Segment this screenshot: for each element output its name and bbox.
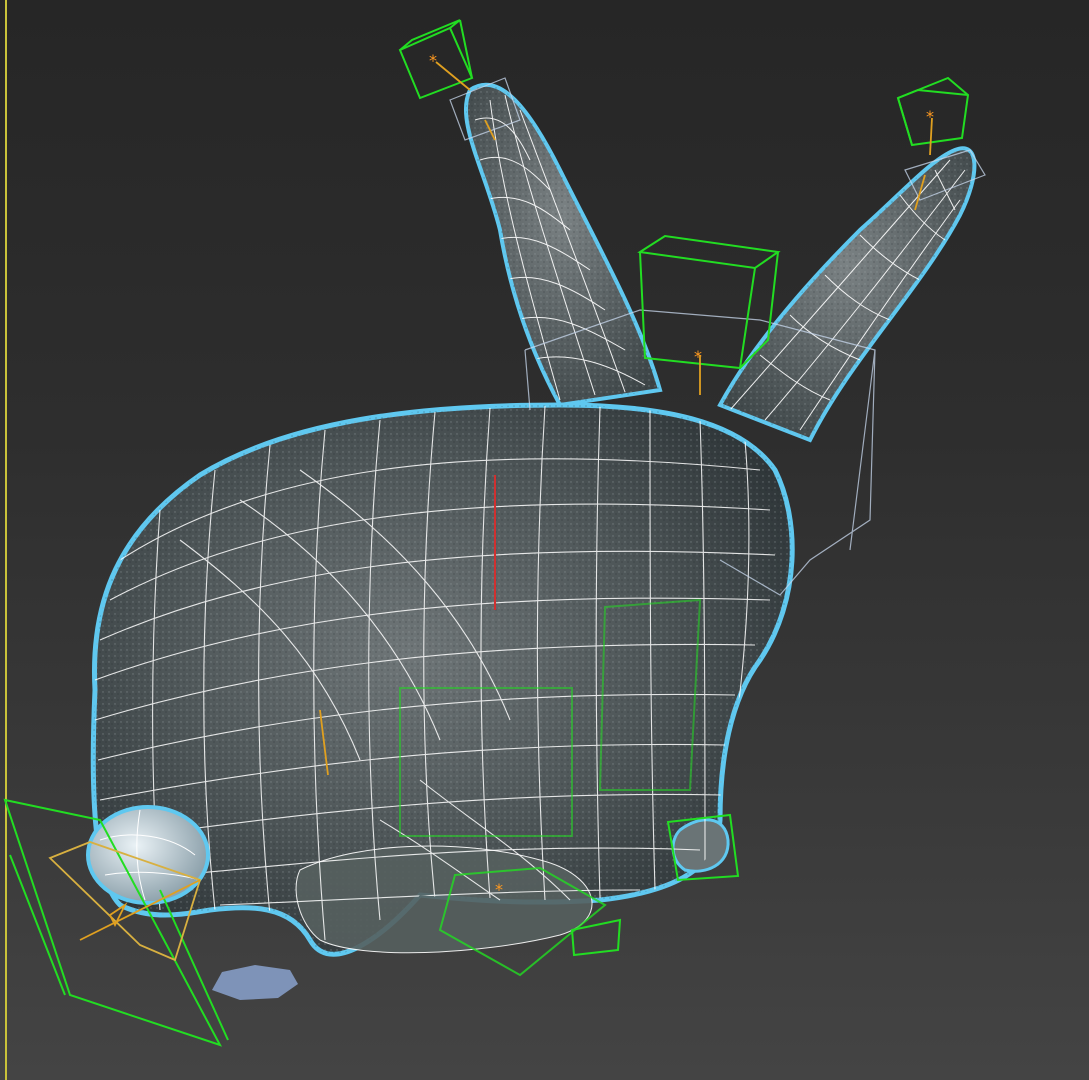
svg-text:*: * [926,107,934,126]
svg-text:*: * [495,880,503,899]
svg-text:*: * [429,51,437,70]
rabbit-tail[interactable] [86,805,210,905]
rabbit-body[interactable] [80,400,810,980]
right-ear[interactable] [700,130,990,450]
ground-gizmo-icon[interactable] [212,965,298,1000]
left-ear[interactable] [440,70,680,420]
svg-text:*: * [694,347,702,366]
3d-viewport[interactable]: * * * * [0,0,1089,1080]
scene-canvas[interactable]: * * * * [0,0,1089,1080]
front-paw[interactable] [671,818,730,873]
